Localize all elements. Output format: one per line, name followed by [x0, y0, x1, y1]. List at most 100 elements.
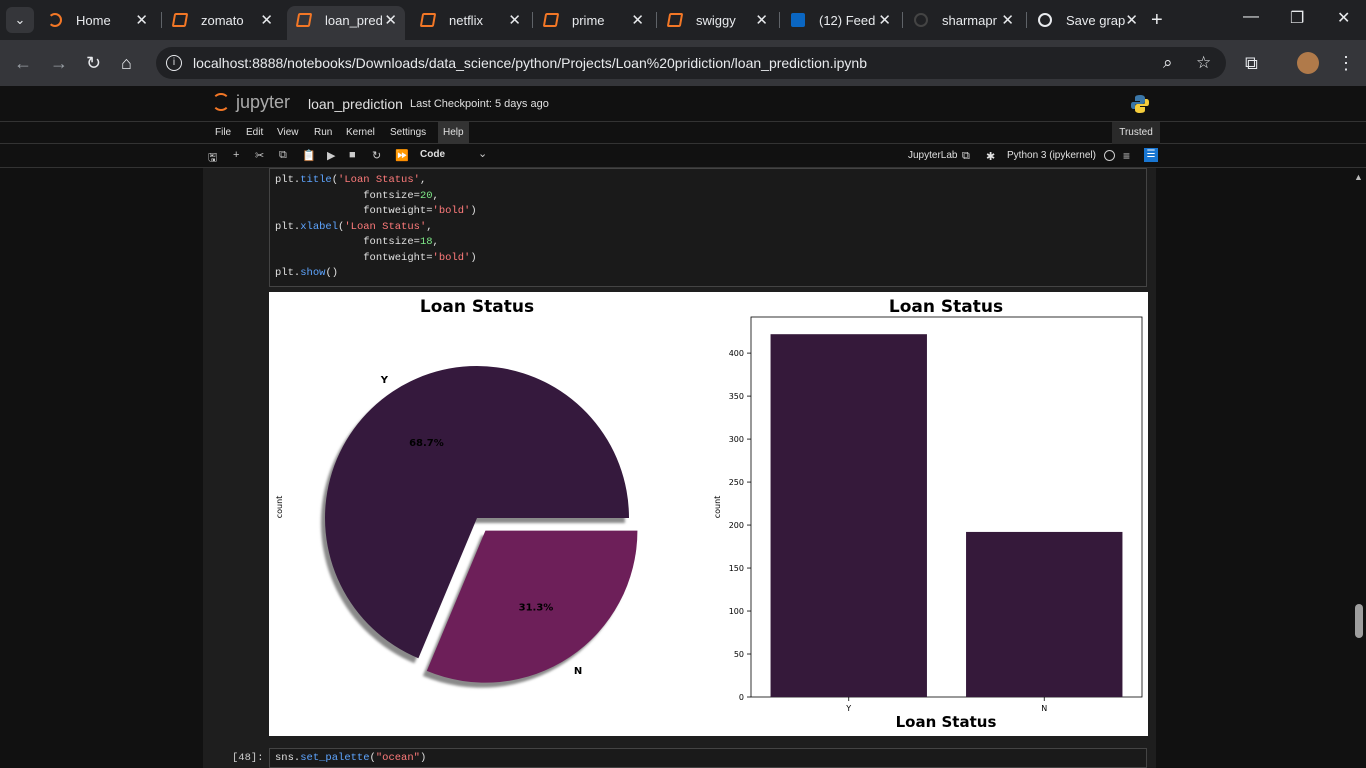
debugger-icon[interactable]: ✱: [986, 150, 995, 163]
tab-separator: [902, 12, 903, 28]
run-icon[interactable]: ▶: [327, 149, 335, 162]
notebook-icon: [542, 13, 560, 27]
close-tab-icon[interactable]: ✕: [135, 11, 148, 29]
tab-label: swiggy: [696, 13, 736, 28]
tab-separator: [161, 12, 162, 28]
bar-y: [770, 334, 927, 697]
code-line: fontsize=18,: [275, 236, 439, 248]
tab-label: loan_pred: [325, 13, 383, 28]
tab-netflix[interactable]: netflix ✕: [411, 6, 529, 34]
menu-kernel[interactable]: Kernel: [346, 127, 375, 138]
bar-title: Loan Status: [889, 297, 1003, 317]
x-tick-label: N: [1041, 704, 1047, 713]
pie-pct-label: 31.3%: [519, 603, 554, 614]
profile-avatar[interactable]: [1297, 52, 1319, 74]
tab-separator: [779, 12, 780, 28]
reload-icon[interactable]: ↻: [86, 53, 101, 74]
bar-n: [966, 531, 1123, 697]
code-cell-next[interactable]: sns.set_palette("ocean"): [269, 748, 1147, 768]
tab-zomato[interactable]: zomato ✕: [163, 6, 281, 34]
cell-output: Loan Status count Y 68.7% N 31.3% Loan Stat…: [269, 292, 1148, 736]
tab-sharmapr[interactable]: sharmapr ✕: [904, 6, 1022, 34]
paste-icon[interactable]: 📋: [302, 149, 316, 162]
jupyterlab-link[interactable]: JupyterLab: [908, 150, 957, 161]
bookmark-star-icon[interactable]: ☆: [1196, 53, 1211, 73]
stop-icon[interactable]: ■: [349, 149, 356, 161]
notebook-name[interactable]: loan_prediction: [308, 96, 403, 112]
close-tab-icon[interactable]: ✕: [508, 11, 521, 29]
toc-menu-icon[interactable]: ≡: [1123, 149, 1130, 163]
minimize-icon[interactable]: —: [1243, 8, 1259, 26]
cell-type-select[interactable]: Code: [420, 149, 445, 160]
kernel-name[interactable]: Python 3 (ipykernel): [1007, 150, 1096, 161]
bar-xlabel: Loan Status: [896, 713, 997, 731]
back-icon[interactable]: ←: [14, 53, 32, 74]
forward-icon[interactable]: →: [50, 53, 68, 74]
new-tab-icon[interactable]: +: [1151, 9, 1163, 32]
x-tick-label: Y: [845, 704, 851, 713]
jupyter-logo-icon[interactable]: [212, 93, 230, 111]
close-tab-icon[interactable]: ✕: [1125, 11, 1138, 29]
tab-separator: [1026, 12, 1027, 28]
tab-12-feed[interactable]: (12) Feed ✕: [781, 6, 899, 34]
tab-home[interactable]: Home ✕: [38, 6, 156, 34]
external-link-icon[interactable]: ⧉: [962, 150, 970, 163]
insert-cell-icon[interactable]: +: [233, 149, 239, 161]
code-line: fontweight='bold'): [275, 205, 477, 217]
menu-view[interactable]: View: [277, 127, 299, 138]
kernel-status-icon: [1104, 150, 1115, 161]
trusted-badge[interactable]: Trusted: [1112, 122, 1160, 144]
y-tick-label: 150: [729, 564, 744, 573]
bar-ylabel: count: [713, 496, 722, 519]
url-text[interactable]: localhost:8888/notebooks/Downloads/data_…: [193, 55, 867, 71]
zoom-icon[interactable]: ⌕: [1163, 53, 1173, 73]
chevron-down-icon[interactable]: ⌄: [478, 147, 487, 160]
cut-icon[interactable]: ✂: [255, 149, 264, 162]
notebook-icon: [666, 13, 684, 27]
tab-swiggy[interactable]: swiggy ✕: [658, 6, 776, 34]
menu-run[interactable]: Run: [314, 127, 332, 138]
close-tab-icon[interactable]: ✕: [878, 11, 891, 29]
menu-settings[interactable]: Settings: [390, 127, 426, 138]
menu-file[interactable]: File: [215, 127, 231, 138]
charts-figure: Loan Status count Y 68.7% N 31.3% Loan Stat…: [275, 297, 1143, 731]
close-window-icon[interactable]: ✕: [1337, 8, 1350, 28]
restart-icon[interactable]: ↻: [372, 149, 381, 162]
close-tab-icon[interactable]: ✕: [631, 11, 644, 29]
menu-help[interactable]: Help: [438, 122, 469, 144]
pie-label: N: [574, 666, 582, 677]
tab-label: Home: [76, 13, 111, 28]
jupyter-logo-text: jupyter: [236, 92, 291, 112]
tab-loan-pred[interactable]: loan_pred ✕: [287, 6, 405, 40]
tab-save-grap[interactable]: Save grap ✕: [1028, 6, 1146, 34]
extensions-icon[interactable]: ⧉: [1245, 53, 1258, 74]
restore-icon[interactable]: ❐: [1290, 8, 1304, 28]
browser-menu-icon[interactable]: ⋮: [1337, 53, 1355, 74]
copy-icon[interactable]: ⧉: [279, 149, 287, 162]
tab-prime[interactable]: prime ✕: [534, 6, 652, 34]
site-info-icon[interactable]: i: [166, 55, 182, 71]
scrollbar-thumb[interactable]: [1355, 604, 1363, 638]
tab-search-icon[interactable]: ⌄: [6, 7, 34, 33]
code-cell[interactable]: plt.title('Loan Status', fontsize=20, fo…: [269, 168, 1147, 287]
save-icon[interactable]: 🖫: [208, 149, 217, 168]
checkpoint-status: Last Checkpoint: 5 days ago: [410, 98, 549, 110]
browser-toolbar: ← → ↻ ⌂ i localhost:8888/notebooks/Downl…: [0, 40, 1366, 86]
address-bar[interactable]: i localhost:8888/notebooks/Downloads/dat…: [156, 47, 1226, 79]
close-tab-icon[interactable]: ✕: [260, 11, 273, 29]
property-inspector-icon[interactable]: ☰: [1144, 148, 1158, 162]
fast-forward-icon[interactable]: ⏩: [395, 149, 409, 162]
close-tab-icon[interactable]: ✕: [384, 11, 397, 29]
jupyter-home-icon: [48, 13, 62, 27]
y-tick-label: 100: [729, 607, 744, 616]
code-line: sns.set_palette("ocean"): [275, 752, 427, 764]
y-tick-label: 300: [729, 435, 744, 444]
page-scrollbar[interactable]: ▲: [1351, 168, 1366, 768]
close-tab-icon[interactable]: ✕: [1001, 11, 1014, 29]
home-icon[interactable]: ⌂: [121, 53, 132, 74]
jupyter-menubar: File Edit View Run Kernel Settings Help …: [0, 122, 1366, 144]
close-tab-icon[interactable]: ✕: [755, 11, 768, 29]
scroll-up-icon[interactable]: ▲: [1354, 172, 1363, 182]
code-line: fontsize=20,: [275, 190, 439, 202]
menu-edit[interactable]: Edit: [246, 127, 263, 138]
